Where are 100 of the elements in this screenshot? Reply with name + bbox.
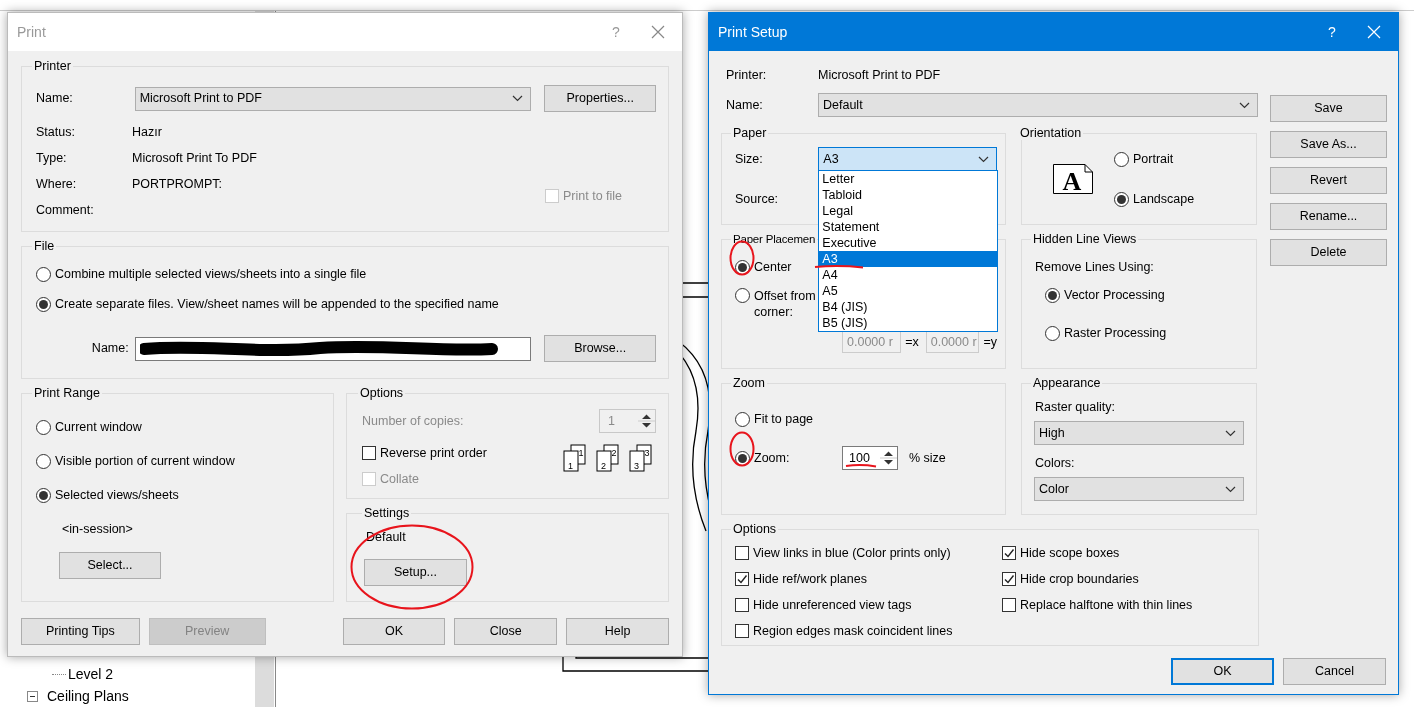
list-option[interactable]: Legal xyxy=(819,203,998,219)
checkbox[interactable] xyxy=(362,446,376,460)
list-option[interactable]: B5 (JIS) xyxy=(819,315,998,331)
help-button[interactable]: ? xyxy=(1309,23,1355,41)
button[interactable]: Properties... xyxy=(544,85,656,112)
button[interactable]: Close xyxy=(454,618,558,645)
list-option[interactable]: Tabloid xyxy=(819,187,998,203)
radio-button[interactable] xyxy=(1114,191,1129,207)
checkbox-label[interactable]: Replace halftone with thin lines xyxy=(1020,597,1193,613)
setup-name-dropdown[interactable]: Default xyxy=(818,93,1258,117)
collapse-icon[interactable] xyxy=(27,690,38,702)
field-label: Size: xyxy=(735,151,764,167)
field-label: Number of copies: xyxy=(362,413,464,429)
button[interactable]: Rename... xyxy=(1270,203,1387,230)
radio-button[interactable] xyxy=(36,296,51,312)
radio-button[interactable] xyxy=(1045,287,1060,303)
list-option[interactable]: A5 xyxy=(819,283,998,299)
checkbox[interactable] xyxy=(735,598,749,612)
radio-button[interactable] xyxy=(1114,151,1129,167)
button[interactable]: Browse... xyxy=(544,335,656,362)
button[interactable]: Select... xyxy=(59,552,161,579)
radio-label[interactable]: Raster Processing xyxy=(1064,325,1167,341)
field-label: Raster quality: xyxy=(1035,399,1116,416)
group-title: Options xyxy=(732,522,778,536)
chevron-icon xyxy=(1225,429,1236,437)
group-title: Settings xyxy=(363,506,411,520)
button[interactable]: Save xyxy=(1270,95,1387,122)
button[interactable]: Printing Tips xyxy=(21,618,140,645)
button[interactable]: OK xyxy=(1171,658,1274,685)
radio-label[interactable]: Vector Processing xyxy=(1064,287,1165,303)
list-option[interactable]: Statement xyxy=(819,219,998,235)
radio-button[interactable] xyxy=(1045,325,1060,341)
button[interactable]: Delete xyxy=(1270,239,1387,266)
field-label: Remove Lines Using: xyxy=(1035,259,1155,276)
radio-label[interactable]: Fit to page xyxy=(754,411,814,427)
selection-name: <in-session> xyxy=(62,521,134,538)
radio-button[interactable] xyxy=(735,411,750,427)
radio-label[interactable]: Selected views/sheets xyxy=(55,487,179,503)
printer-dropdown[interactable]: Microsoft Print to PDF xyxy=(134,86,532,111)
group-title: Hidden Line Views xyxy=(1032,232,1138,246)
group-title: Orientation xyxy=(1019,126,1083,140)
button[interactable]: Cancel xyxy=(1283,658,1386,685)
group-title: Appearance xyxy=(1032,376,1102,390)
tree-item[interactable]: Level 2 xyxy=(68,665,114,683)
group-title: File xyxy=(33,239,56,253)
checkbox[interactable] xyxy=(1002,546,1016,560)
checkbox-label[interactable]: Hide crop boundaries xyxy=(1020,571,1139,587)
checkbox-label[interactable]: Region edges mask coincident lines xyxy=(753,623,953,639)
field-label: Where: xyxy=(36,176,78,192)
list-option[interactable]: A4 xyxy=(819,267,998,283)
radio-button[interactable] xyxy=(735,288,750,303)
radio-label[interactable]: Visible portion of current window xyxy=(55,453,235,469)
button[interactable]: Save As... xyxy=(1270,131,1387,158)
checkbox-label[interactable]: Reverse print order xyxy=(380,445,487,461)
checkbox-label[interactable]: View links in blue (Color prints only) xyxy=(753,545,951,561)
close-icon[interactable] xyxy=(651,25,665,39)
checkbox[interactable] xyxy=(735,624,749,638)
list-option[interactable]: Letter xyxy=(819,171,998,187)
list-option[interactable]: Executive xyxy=(819,235,998,251)
field-label: Name: xyxy=(36,91,74,106)
colors-dropdown[interactable]: Color xyxy=(1034,477,1244,501)
button[interactable]: Revert xyxy=(1270,167,1387,194)
checkbox-label[interactable]: Hide ref/work planes xyxy=(753,571,867,587)
group-title: Zoom xyxy=(732,376,766,390)
chevron-icon xyxy=(512,95,524,102)
radio-button[interactable] xyxy=(36,487,51,503)
list-option[interactable]: B4 (JIS) xyxy=(819,299,998,315)
radio-label[interactable]: Center xyxy=(754,259,792,275)
field-value: Microsoft Print To PDF xyxy=(132,150,257,166)
radio-button[interactable] xyxy=(36,419,51,435)
raster-quality-dropdown[interactable]: High xyxy=(1034,421,1244,445)
field-label: Printer: xyxy=(725,67,768,83)
radio-label[interactable]: Create separate files. View/sheet names will be appended to the specified name xyxy=(55,296,499,312)
button[interactable]: Setup... xyxy=(364,559,467,586)
radio-label[interactable]: Combine multiple selected views/sheets into a single file xyxy=(55,266,367,282)
settings-name: Default xyxy=(366,529,407,546)
checkbox[interactable] xyxy=(735,546,749,560)
file-name-field[interactable] xyxy=(134,336,532,361)
field-label: Name: xyxy=(725,97,764,113)
chevron-icon xyxy=(1225,485,1236,493)
button[interactable]: OK xyxy=(342,618,446,645)
checkbox[interactable] xyxy=(1002,572,1016,586)
field-label: Status: xyxy=(36,124,76,140)
checkbox-label[interactable]: Hide scope boxes xyxy=(1020,545,1120,561)
window-title: Print Setup xyxy=(718,23,789,41)
radio-label[interactable]: Portrait xyxy=(1133,151,1174,167)
checkbox[interactable] xyxy=(735,572,749,586)
zoom-spinner[interactable]: 100 xyxy=(842,446,898,470)
radio-label[interactable]: Current window xyxy=(55,419,142,435)
button[interactable]: Help xyxy=(566,618,669,645)
radio-button[interactable] xyxy=(36,266,51,282)
radio-label[interactable]: Zoom: xyxy=(754,450,790,466)
field-value: PORTPROMPT: xyxy=(132,176,223,192)
checkbox[interactable] xyxy=(1002,598,1016,612)
radio-button[interactable] xyxy=(36,453,51,469)
checkbox-label[interactable]: Hide unreferenced view tags xyxy=(753,597,912,613)
radio-label[interactable]: Landscape xyxy=(1133,191,1195,207)
field-label: =y xyxy=(983,334,997,350)
chevron-icon xyxy=(1239,101,1250,109)
tree-item[interactable]: Ceiling Plans xyxy=(47,687,129,705)
